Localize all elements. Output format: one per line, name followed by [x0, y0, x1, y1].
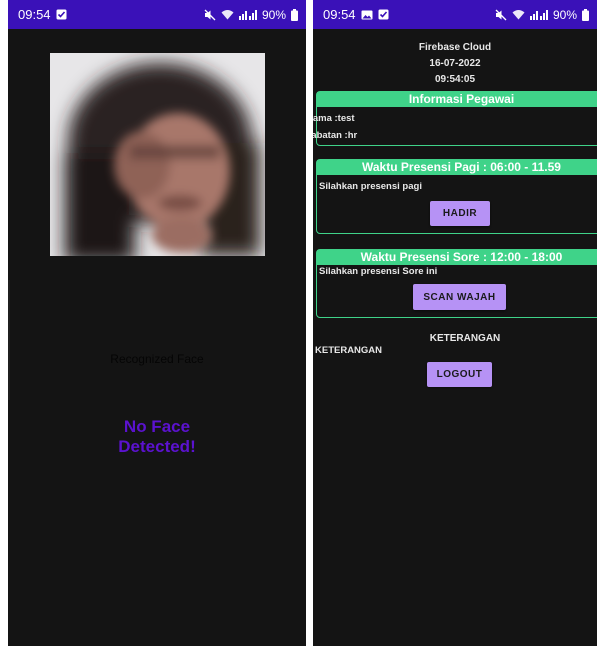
battery-icon: [582, 8, 589, 21]
edge-shadow: [8, 280, 10, 400]
battery-icon: [291, 8, 298, 21]
keterangan-heading: KETERANGAN: [429, 333, 501, 344]
employee-info-title: Informasi Pegawai: [317, 92, 597, 107]
wifi-icon: [221, 9, 234, 20]
notification-check-icon: [56, 9, 67, 20]
current-date: 16-07-2022: [429, 58, 481, 69]
signal-icon: [238, 9, 257, 20]
status-bar: 09:54 90%: [313, 0, 597, 29]
status-time: 09:54: [323, 7, 356, 22]
gallery-icon: [361, 10, 373, 20]
notification-check-icon: [378, 9, 389, 20]
mute-icon: [204, 9, 216, 21]
battery-percent: 90%: [552, 7, 577, 22]
signal-icon: [529, 9, 548, 20]
hadir-button[interactable]: HADIR: [430, 201, 490, 226]
mute-icon: [495, 9, 507, 21]
captured-face-photo: [50, 53, 265, 256]
employee-name: Nama :test: [313, 113, 355, 124]
morning-attendance-prompt: Silahkan presensi pagi: [319, 181, 422, 192]
keterangan-text: KETERANGAN: [315, 345, 383, 356]
current-time: 09:54:05: [434, 74, 476, 85]
app-title: Firebase Cloud: [418, 42, 492, 53]
no-face-detected-text: No Face Detected!: [118, 417, 196, 456]
morning-attendance-title: Waktu Presensi Pagi : 06:00 - 11.59: [317, 160, 597, 175]
logout-button[interactable]: LOGOUT: [427, 362, 492, 387]
person-face-blurred-icon: [50, 53, 265, 256]
employee-position: Jabatan :hr: [313, 130, 358, 141]
employee-info-section: Informasi Pegawai Nama :test Jabatan :hr: [313, 91, 597, 146]
wifi-icon: [512, 9, 525, 20]
afternoon-attendance-prompt: Silahkan presensi Sore ini: [319, 266, 438, 277]
attendance-screen: 09:54 90% Firebase Cloud 16-07-2022 09:5…: [313, 0, 597, 646]
battery-percent: 90%: [261, 7, 286, 22]
recognized-face-label: Recognized Face: [110, 352, 204, 366]
status-time: 09:54: [18, 7, 51, 22]
afternoon-attendance-title: Waktu Presensi Sore : 12:00 - 18:00: [317, 250, 597, 265]
scan-wajah-button[interactable]: SCAN WAJAH: [413, 284, 506, 310]
status-bar: 09:54 90%: [8, 0, 306, 29]
face-recognition-screen: 09:54 90% Recognized Face No Face Detect…: [8, 0, 306, 646]
